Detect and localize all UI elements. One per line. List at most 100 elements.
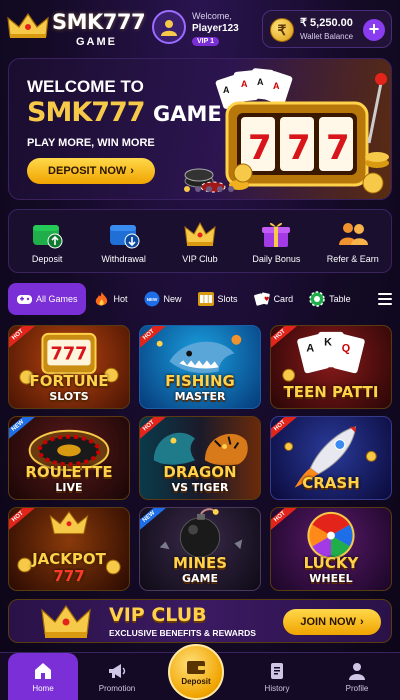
vip-level-badge: VIP 1	[192, 37, 219, 46]
nav-promotion[interactable]: Promotion	[82, 653, 152, 700]
cards-icon: ♥	[253, 291, 270, 307]
quick-action-deposit[interactable]: Deposit	[11, 219, 83, 264]
game-title: LUCKY WHEEL	[303, 554, 359, 585]
wallet-icon	[187, 660, 205, 674]
carousel-dot[interactable]	[184, 186, 190, 192]
users-icon	[338, 222, 368, 245]
carousel-dot[interactable]	[228, 186, 234, 192]
new-badge-icon: NEW	[144, 291, 160, 307]
quick-action-label: Deposit	[31, 253, 63, 264]
brand-name: SMK777	[52, 10, 146, 34]
carousel-dots	[184, 186, 234, 192]
tab-hot[interactable]: Hot	[86, 283, 136, 315]
nav-home[interactable]: Home	[8, 653, 78, 700]
quick-action-label: Withdrawal	[101, 253, 146, 264]
carousel-dot[interactable]	[195, 186, 201, 192]
game-card-crash[interactable]: HOT CRASH	[270, 416, 392, 500]
chevron-right-icon: ›	[359, 616, 364, 628]
game-card-jackpot-777[interactable]: HOT JACKPOT 777	[8, 507, 130, 591]
tab-label: Hot	[113, 294, 128, 304]
game-card-fishing-master[interactable]: HOT FISHING MASTER	[139, 325, 261, 409]
svg-text:Q: Q	[342, 343, 350, 355]
tab-label: Card	[273, 294, 294, 304]
vip-club-banner[interactable]: VIP CLUB EXCLUSIVE BENEFITS & REWARDS JO…	[8, 599, 392, 643]
carousel-dot[interactable]	[217, 186, 223, 192]
game-title: FISHING MASTER	[165, 372, 235, 403]
tab-label: Slots	[217, 294, 238, 304]
deposit-now-button[interactable]: DEPOSIT NOW ›	[27, 158, 155, 184]
game-card-fortune-slots[interactable]: 777 HOT FORTUNE SLOTS	[8, 325, 130, 409]
brand-logo[interactable]: SMK777 GAME	[6, 8, 146, 48]
wallet-up-icon	[33, 224, 63, 248]
svg-text:NEW: NEW	[146, 297, 157, 302]
quick-actions-bar: Deposit Withdrawal VIP Club Daily Bonus	[8, 209, 392, 273]
crown-icon	[41, 604, 91, 638]
quick-action-vip-club[interactable]: VIP Club	[164, 219, 236, 264]
user-icon	[349, 663, 365, 680]
chips-icon	[309, 291, 325, 307]
quick-action-refer-earn[interactable]: Refer & Earn	[317, 219, 389, 264]
game-title: FORTUNE SLOTS	[29, 372, 109, 403]
banner-brand: SMK777	[27, 97, 146, 128]
svg-text:♥: ♥	[264, 296, 269, 303]
wallet-balance: ₹ 5,250.00	[300, 17, 353, 29]
tab-slots[interactable]: Slots	[190, 283, 246, 315]
svg-text:A: A	[257, 77, 264, 87]
add-funds-button[interactable]: +	[363, 19, 385, 41]
game-title: TEEN PATTI	[283, 383, 379, 401]
quick-action-withdrawal[interactable]: Withdrawal	[88, 219, 160, 264]
tab-label: Table	[329, 294, 351, 304]
join-now-label: JOIN NOW	[300, 616, 356, 628]
quick-action-label: VIP Club	[182, 253, 218, 264]
game-card-dragon-vs-tiger[interactable]: HOT DRAGON VS TIGER	[139, 416, 261, 500]
tab-all-games[interactable]: All Games	[8, 283, 86, 315]
tab-new[interactable]: NEW New	[136, 283, 190, 315]
promo-banner[interactable]: WELCOME TO SMK777 GAME PLAY MORE, WIN MO…	[8, 58, 392, 200]
svg-text:A: A	[273, 81, 280, 91]
game-card-roulette-live[interactable]: NEW ROULETTE LIVE	[8, 416, 130, 500]
fire-icon	[94, 291, 110, 307]
svg-text:A: A	[223, 85, 230, 95]
deposit-fab-label: Deposit	[181, 676, 211, 686]
game-card-mines-game[interactable]: NEW MINES GAME	[139, 507, 261, 591]
carousel-dot[interactable]	[206, 186, 212, 192]
game-title: DRAGON VS TIGER	[163, 463, 237, 494]
vip-club-description: EXCLUSIVE BENEFITS & REWARDS	[109, 628, 256, 638]
document-icon	[271, 663, 283, 679]
tab-table[interactable]: Table	[301, 283, 359, 315]
join-now-button[interactable]: JOIN NOW ›	[283, 609, 381, 635]
slot-machine-illustration: A A A A 7 7 7	[184, 68, 389, 194]
wallet-label: Wallet Balance	[300, 32, 354, 41]
user-profile-summary[interactable]: Welcome, Player123 VIP 1	[152, 10, 252, 48]
game-title: ROULETTE LIVE	[25, 463, 113, 494]
gift-icon	[262, 222, 291, 247]
more-menu-icon[interactable]	[378, 293, 392, 305]
game-grid: 777 HOT FORTUNE SLOTS HOT FISHING MASTER A…	[8, 325, 392, 591]
game-card-teen-patti[interactable]: A K Q HOT TEEN PATTI	[270, 325, 392, 409]
avatar[interactable]	[152, 10, 186, 44]
svg-text:7: 7	[248, 128, 272, 168]
gamepad-icon	[16, 291, 32, 307]
quick-action-label: Daily Bonus	[252, 253, 301, 264]
nav-label: History	[264, 684, 290, 693]
tab-card[interactable]: ♥ Card	[246, 283, 302, 315]
svg-text:777: 777	[51, 344, 88, 364]
crown-icon	[7, 12, 49, 38]
game-title: CRASH	[302, 474, 360, 492]
crown-icon	[184, 221, 216, 246]
game-card-lucky-wheel[interactable]: HOT LUCKY WHEEL	[270, 507, 392, 591]
username: Player123	[192, 23, 239, 34]
game-title: JACKPOT 777	[32, 550, 106, 585]
svg-text:A: A	[306, 343, 314, 355]
nav-history[interactable]: History	[242, 653, 312, 700]
wallet-balance-card[interactable]: ₹ ₹ 5,250.00 Wallet Balance +	[262, 10, 392, 48]
megaphone-icon	[109, 664, 126, 678]
nav-profile[interactable]: Profile	[322, 653, 392, 700]
rupee-coin-icon: ₹	[270, 18, 294, 42]
chevron-right-icon: ›	[130, 165, 134, 177]
deposit-fab-button[interactable]: Deposit	[168, 644, 224, 700]
game-category-tabs: All Games Hot NEW New Slots ♥ Card Table	[8, 283, 392, 315]
top-header: SMK777 GAME Welcome, Player123 VIP 1 ₹ ₹…	[0, 0, 400, 52]
brand-subtitle: GAME	[76, 36, 117, 48]
quick-action-daily-bonus[interactable]: Daily Bonus	[240, 219, 312, 264]
